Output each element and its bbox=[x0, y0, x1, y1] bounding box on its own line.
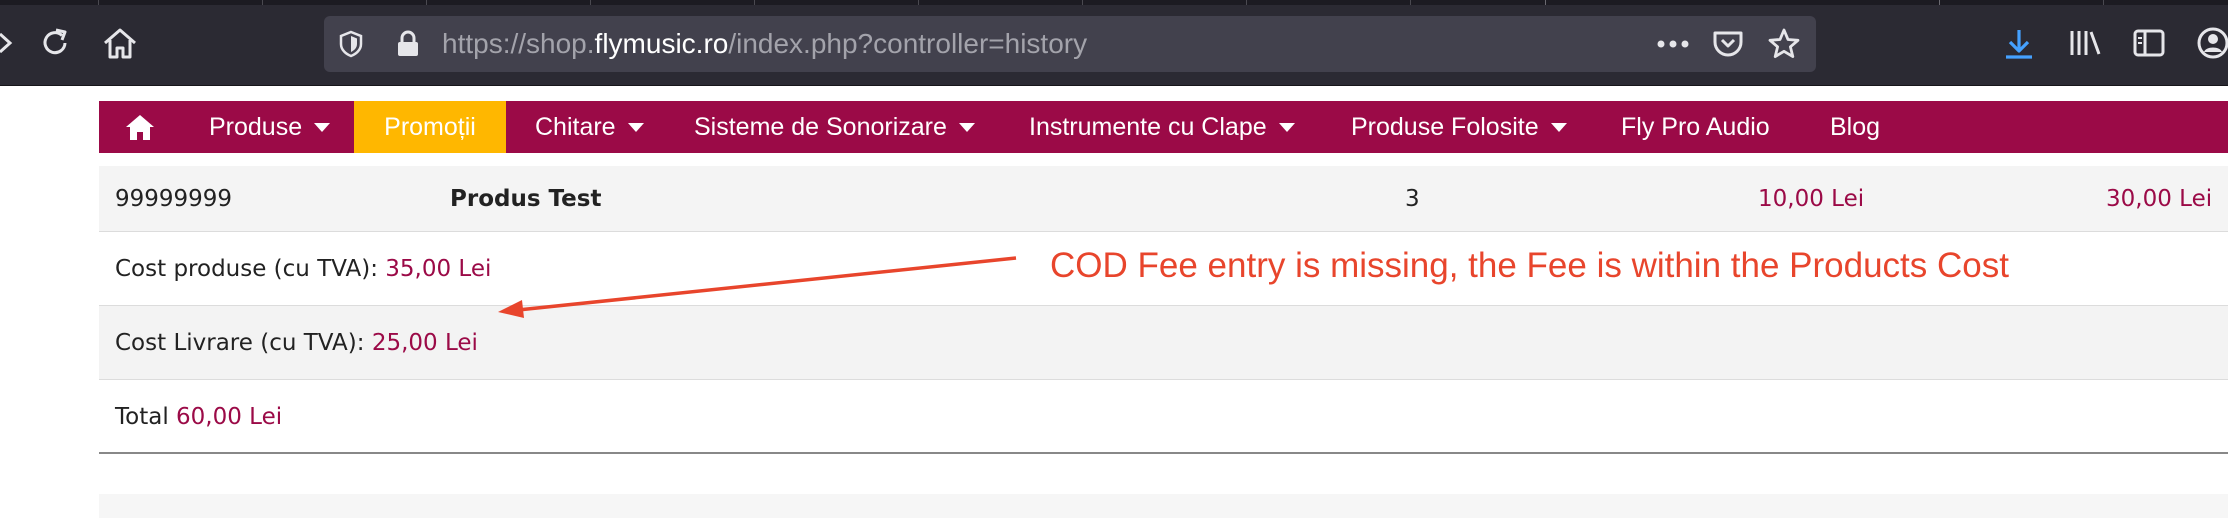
product-total-price: 30,00 Lei bbox=[2106, 186, 2213, 212]
total-label: Total bbox=[115, 404, 169, 430]
nav-home-button[interactable] bbox=[123, 101, 157, 153]
site-navbar: Produse Promoții Chitare Sisteme de Sono… bbox=[99, 101, 2228, 153]
home-icon bbox=[126, 115, 154, 140]
pocket-icon[interactable] bbox=[1712, 29, 1744, 59]
annotation-note: COD Fee entry is missing, the Fee is wit… bbox=[1050, 246, 2009, 285]
downloads-icon[interactable] bbox=[2004, 28, 2034, 60]
table-row: 99999999 Produs Test 3 10,00 Lei 30,00 L… bbox=[99, 166, 2228, 232]
total-value: 60,00 Lei bbox=[176, 404, 283, 430]
nav-item-label: Chitare bbox=[535, 113, 616, 141]
nav-item-produse[interactable]: Produse bbox=[209, 101, 331, 153]
caret-down-icon bbox=[1550, 122, 1567, 132]
nav-item-label: Fly Pro Audio bbox=[1621, 113, 1770, 141]
url-bar[interactable]: https://shop.flymusic.ro/index.php?contr… bbox=[324, 16, 1816, 72]
caret-down-icon bbox=[958, 122, 975, 132]
product-name: Produs Test bbox=[450, 186, 602, 212]
url-host: flymusic.ro bbox=[594, 28, 729, 59]
tracking-shield-icon[interactable] bbox=[338, 30, 364, 58]
products-cost: Cost produse (cu TVA): 35,00 Lei bbox=[115, 232, 491, 306]
nav-item-label: Produse bbox=[209, 113, 303, 141]
caret-down-icon bbox=[314, 122, 331, 132]
account-icon[interactable] bbox=[2196, 26, 2228, 60]
reload-icon[interactable] bbox=[38, 26, 72, 60]
caret-down-icon bbox=[627, 122, 644, 132]
bookmark-star-icon[interactable] bbox=[1767, 27, 1801, 61]
lock-icon[interactable] bbox=[396, 30, 420, 58]
url-text[interactable]: https://shop.flymusic.ro/index.php?contr… bbox=[442, 29, 1087, 59]
page: https://shop.flymusic.ro/index.php?contr… bbox=[0, 0, 2228, 518]
nav-item-produse-folosite[interactable]: Produse Folosite bbox=[1351, 101, 1567, 153]
shipping-cost: Cost Livrare (cu TVA): 25,00 Lei bbox=[115, 306, 478, 380]
forward-icon[interactable] bbox=[0, 30, 14, 56]
order-total: Total 60,00 Lei bbox=[115, 380, 282, 454]
shipping-cost-label: Cost Livrare (cu TVA): bbox=[115, 330, 365, 356]
nav-item-label: Blog bbox=[1830, 113, 1881, 141]
nav-item-instrumente-cu-clape[interactable]: Instrumente cu Clape bbox=[1029, 101, 1295, 153]
nav-item-label: Promoții bbox=[384, 113, 476, 141]
products-cost-value: 35,00 Lei bbox=[385, 256, 492, 282]
nav-item-label: Sisteme de Sonorizare bbox=[694, 113, 947, 141]
product-quantity: 3 bbox=[1405, 186, 1420, 212]
product-unit-price: 10,00 Lei bbox=[1758, 186, 1865, 212]
nav-item-promotii[interactable]: Promoții bbox=[354, 101, 506, 153]
nav-item-chitare[interactable]: Chitare bbox=[535, 101, 644, 153]
url-prefix: https://shop. bbox=[442, 28, 595, 59]
nav-item-fly-pro-audio[interactable]: Fly Pro Audio bbox=[1621, 101, 1770, 153]
nav-item-sisteme-de-sonorizare[interactable]: Sisteme de Sonorizare bbox=[694, 101, 975, 153]
products-cost-label: Cost produse (cu TVA): bbox=[115, 256, 378, 282]
total-row: Total 60,00 Lei bbox=[99, 380, 2228, 454]
page-actions-icon[interactable] bbox=[1656, 36, 1690, 52]
nav-item-blog[interactable]: Blog bbox=[1830, 101, 1880, 153]
nav-item-label: Instrumente cu Clape bbox=[1029, 113, 1267, 141]
nav-item-label: Produse Folosite bbox=[1351, 113, 1539, 141]
product-reference: 99999999 bbox=[115, 186, 233, 212]
sidebar-icon[interactable] bbox=[2133, 28, 2165, 58]
browser-toolbar: https://shop.flymusic.ro/index.php?contr… bbox=[0, 0, 2228, 86]
shipping-cost-value: 25,00 Lei bbox=[371, 330, 478, 356]
caret-down-icon bbox=[1278, 122, 1295, 132]
library-icon[interactable] bbox=[2068, 28, 2102, 58]
tab-strip bbox=[0, 0, 2228, 5]
footer-band bbox=[99, 494, 2228, 518]
url-path: /index.php?controller=history bbox=[728, 28, 1088, 59]
shipping-cost-row: Cost Livrare (cu TVA): 25,00 Lei bbox=[99, 306, 2228, 380]
home-icon[interactable] bbox=[102, 26, 138, 60]
